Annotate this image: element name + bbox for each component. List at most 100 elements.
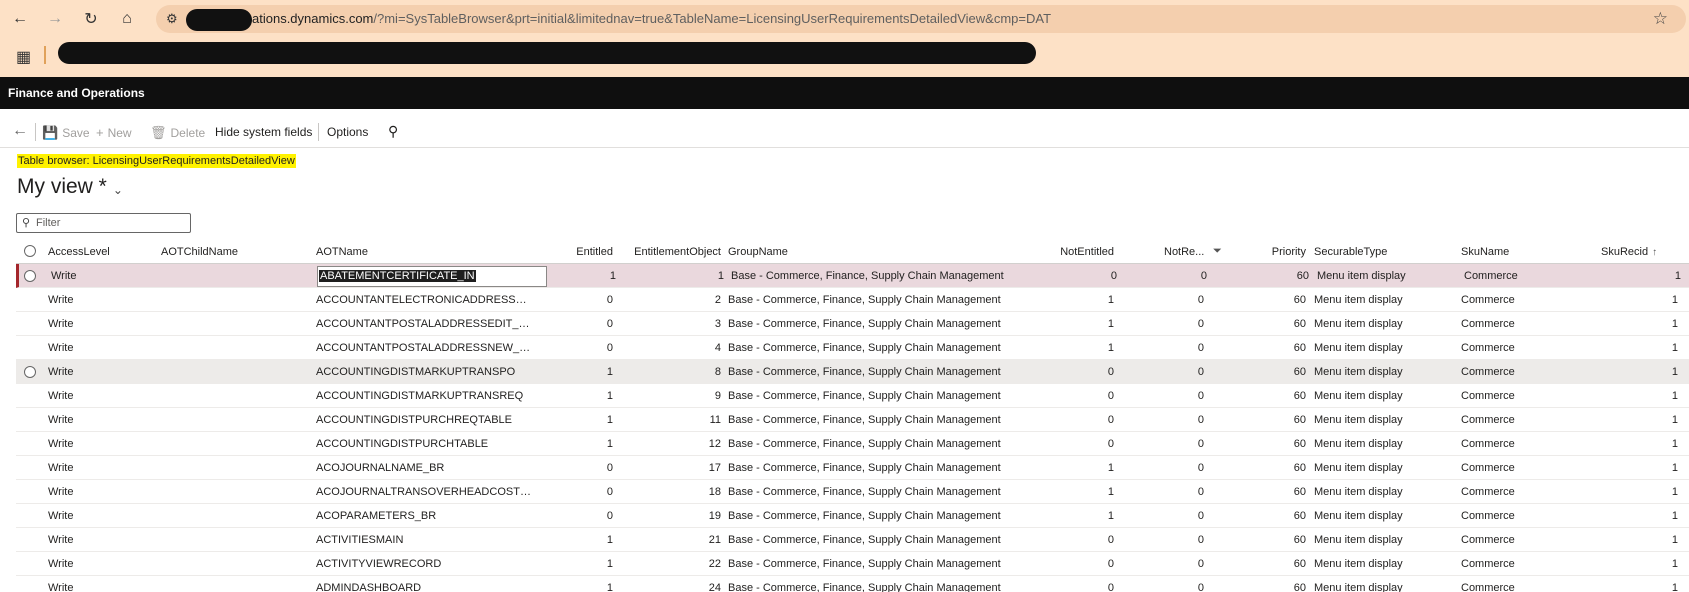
table-row[interactable]: Write ACCOUNTINGDISTMARKUPTRANSPO 1 8 Base -… <box>16 360 1689 384</box>
table-row[interactable]: Write ACOPARAMETERS_BR 0 19 Base - Commerce,… <box>16 504 1689 528</box>
cell-sku-recid[interactable]: 1 <box>1601 558 1678 570</box>
cell-not-re[interactable]: 0 <box>1164 486 1204 498</box>
cell-sku-recid[interactable]: 1 <box>1601 486 1678 498</box>
cell-entitled[interactable]: 1 <box>541 390 613 402</box>
cell-aot-name[interactable]: ACOJOURNALNAME_BR <box>316 462 531 474</box>
cell-group-name[interactable]: Base - Commerce, Finance, Supply Chain M… <box>728 534 1028 546</box>
table-row[interactable]: Write ACCOUNTINGDISTPURCHREQTABLE 1 11 Base … <box>16 408 1689 432</box>
cell-entitlement-object[interactable]: 18 <box>616 486 721 498</box>
cell-access-level[interactable]: Write <box>48 414 148 426</box>
cell-not-re[interactable]: 0 <box>1164 558 1204 570</box>
cell-access-level[interactable]: Write <box>48 558 148 570</box>
cell-sku-name[interactable]: Commerce <box>1461 390 1591 402</box>
cell-securable-type[interactable]: Menu item display <box>1314 486 1454 498</box>
url-text[interactable]: ations.dynamics.com/?mi=SysTableBrowser&… <box>252 11 1051 26</box>
cell-group-name[interactable]: Base - Commerce, Finance, Supply Chain M… <box>728 558 1028 570</box>
cell-entitled[interactable]: 0 <box>541 510 613 522</box>
cell-access-level[interactable]: Write <box>48 318 148 330</box>
cell-priority[interactable]: 60 <box>1236 414 1306 426</box>
view-selector[interactable]: My view * ⌄ <box>17 175 123 199</box>
cell-aot-name[interactable]: ACCOUNTANTPOSTALADDRESSEDIT_BR <box>316 318 531 330</box>
cell-priority[interactable]: 60 <box>1236 318 1306 330</box>
cell-entitled[interactable]: 1 <box>541 366 613 378</box>
cell-group-name[interactable]: Base - Commerce, Finance, Supply Chain M… <box>728 510 1028 522</box>
cell-not-re[interactable]: 0 <box>1164 582 1204 592</box>
cell-entitlement-object[interactable]: 1 <box>619 270 724 282</box>
cell-aot-name[interactable]: ACCOUNTINGDISTMARKUPTRANSPO <box>316 366 531 378</box>
cell-sku-recid[interactable]: 1 <box>1601 534 1678 546</box>
app-title[interactable]: Finance and Operations <box>8 86 145 100</box>
cell-entitlement-object[interactable]: 2 <box>616 294 721 306</box>
cell-aot-name[interactable]: ACCOUNTINGDISTPURCHTABLE <box>316 438 531 450</box>
cell-sku-name[interactable]: Commerce <box>1461 582 1591 592</box>
cell-sku-recid[interactable]: 1 <box>1601 414 1678 426</box>
cell-securable-type[interactable]: Menu item display <box>1314 390 1454 402</box>
cell-securable-type[interactable]: Menu item display <box>1314 294 1454 306</box>
cell-priority[interactable]: 60 <box>1236 342 1306 354</box>
col-priority[interactable]: Priority <box>1236 246 1306 258</box>
cell-sku-name[interactable]: Commerce <box>1461 366 1591 378</box>
cell-aot-name[interactable]: ACCOUNTANTPOSTALADDRESSNEW_BR <box>316 342 531 354</box>
col-aot-child-name[interactable]: AOTChildName <box>161 246 238 258</box>
cell-entitlement-object[interactable]: 4 <box>616 342 721 354</box>
cell-group-name[interactable]: Base - Commerce, Finance, Supply Chain M… <box>728 414 1028 426</box>
cell-entitled[interactable]: 1 <box>541 558 613 570</box>
cell-group-name[interactable]: Base - Commerce, Finance, Supply Chain M… <box>731 270 1031 282</box>
cell-not-entitled[interactable]: 0 <box>1036 414 1114 426</box>
table-row[interactable]: Write ACTIVITYVIEWRECORD 1 22 Base - Commerc… <box>16 552 1689 576</box>
cell-group-name[interactable]: Base - Commerce, Finance, Supply Chain M… <box>728 486 1028 498</box>
search-icon[interactable]: ⚲ <box>388 123 398 140</box>
cell-priority[interactable]: 60 <box>1236 438 1306 450</box>
cell-securable-type[interactable]: Menu item display <box>1314 318 1454 330</box>
cell-aot-name[interactable]: ACCOUNTINGDISTPURCHREQTABLE <box>316 414 531 426</box>
cell-securable-type[interactable]: Menu item display <box>1314 414 1454 426</box>
table-row[interactable]: Write ABATEMENTCERTIFICATE_IN 1 1 Base - Com… <box>16 264 1689 288</box>
cell-priority[interactable]: 60 <box>1236 366 1306 378</box>
cell-aot-name[interactable]: ADMINDASHBOARD <box>316 582 531 592</box>
cell-access-level[interactable]: Write <box>48 510 148 522</box>
cell-sku-name[interactable]: Commerce <box>1461 414 1591 426</box>
cell-entitlement-object[interactable]: 9 <box>616 390 721 402</box>
cell-group-name[interactable]: Base - Commerce, Finance, Supply Chain M… <box>728 294 1028 306</box>
cell-access-level[interactable]: Write <box>48 390 148 402</box>
cell-aot-name[interactable]: ACOPARAMETERS_BR <box>316 510 531 522</box>
cell-priority[interactable]: 60 <box>1236 510 1306 522</box>
cell-access-level[interactable]: Write <box>48 582 148 592</box>
cell-priority[interactable]: 60 <box>1236 486 1306 498</box>
cell-sku-recid[interactable]: 1 <box>1601 366 1678 378</box>
cell-entitlement-object[interactable]: 21 <box>616 534 721 546</box>
table-row[interactable]: Write ADMINDASHBOARD 1 24 Base - Commerce, F… <box>16 576 1689 592</box>
cell-not-re[interactable]: 0 <box>1164 342 1204 354</box>
cell-entitlement-object[interactable]: 22 <box>616 558 721 570</box>
cell-entitlement-object[interactable]: 11 <box>616 414 721 426</box>
cell-group-name[interactable]: Base - Commerce, Finance, Supply Chain M… <box>728 582 1028 592</box>
cell-aot-name[interactable]: ACCOUNTINGDISTMARKUPTRANSREQ <box>316 390 531 402</box>
cell-aot-name[interactable]: ACCOUNTANTELECTRONICADDRESSNE... <box>316 294 531 306</box>
cell-not-entitled[interactable]: 1 <box>1036 318 1114 330</box>
col-sku-name[interactable]: SkuName <box>1461 246 1509 258</box>
cell-aot-name[interactable]: ACTIVITYVIEWRECORD <box>316 558 531 570</box>
cell-securable-type[interactable]: Menu item display <box>1314 462 1454 474</box>
cell-not-re[interactable]: 0 <box>1164 510 1204 522</box>
cell-sku-recid[interactable]: 1 <box>1601 582 1678 592</box>
cell-access-level[interactable]: Write <box>48 342 148 354</box>
cell-sku-recid[interactable]: 1 <box>1601 390 1678 402</box>
cell-entitled[interactable]: 1 <box>541 438 613 450</box>
cell-securable-type[interactable]: Menu item display <box>1314 438 1454 450</box>
col-not-re[interactable]: NotRe... <box>1164 246 1204 258</box>
cell-group-name[interactable]: Base - Commerce, Finance, Supply Chain M… <box>728 318 1028 330</box>
cell-access-level[interactable]: Write <box>51 270 151 282</box>
row-select-radio[interactable] <box>24 270 36 282</box>
filter-funnel-icon[interactable]: ⏷ <box>1213 245 1222 258</box>
cell-entitlement-object[interactable]: 17 <box>616 462 721 474</box>
cell-priority[interactable]: 60 <box>1236 294 1306 306</box>
cell-access-level[interactable]: Write <box>48 366 148 378</box>
cell-entitled[interactable]: 0 <box>541 462 613 474</box>
cell-entitled[interactable]: 1 <box>541 534 613 546</box>
table-row[interactable]: Write ACCOUNTANTPOSTALADDRESSNEW_BR 0 4 Base… <box>16 336 1689 360</box>
cell-securable-type[interactable]: Menu item display <box>1314 582 1454 592</box>
arrow-right-icon[interactable]: → <box>44 8 66 30</box>
aot-name-edit-field[interactable]: ABATEMENTCERTIFICATE_IN <box>317 266 547 287</box>
col-entitled[interactable]: Entitled <box>541 246 613 258</box>
cell-entitled[interactable]: 1 <box>544 270 616 282</box>
